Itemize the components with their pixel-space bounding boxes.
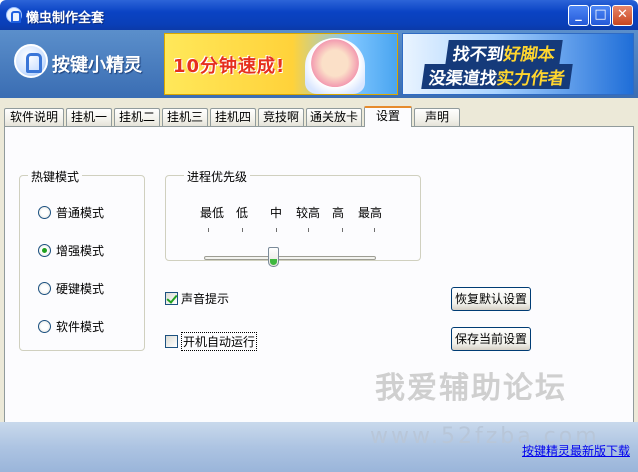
- main-area: 软件说明 挂机一 挂机二 挂机三 挂机四 竞技啊 通关放卡 设置 声明 热键模式…: [0, 98, 638, 430]
- priority-tick: [308, 228, 309, 232]
- ad-author-line2b: 实力作者: [495, 69, 567, 89]
- window-title: 懒虫制作全套: [26, 11, 105, 26]
- priority-label-lowest: 最低: [200, 206, 225, 220]
- priority-tick: [342, 228, 343, 232]
- tab-clear-cards[interactable]: 通关放卡: [306, 108, 362, 126]
- logo-icon: [14, 44, 48, 78]
- save-settings-button[interactable]: 保存当前设置: [451, 327, 531, 351]
- minimize-button[interactable]: _: [568, 5, 589, 26]
- maximize-button[interactable]: □: [590, 5, 611, 26]
- tab-statement[interactable]: 声明: [414, 108, 460, 126]
- ad-author-line1a: 找不到: [451, 45, 506, 65]
- settings-panel: 热键模式 普通模式 增强模式 硬键模式 软件模式 进程优先级 最低 低 中 较高…: [4, 126, 634, 426]
- tab-afk-4[interactable]: 挂机四: [210, 108, 256, 126]
- forum-watermark: 我爱辅助论坛: [375, 371, 567, 406]
- app-icon: [6, 7, 22, 23]
- footer-bar: www.52fzba.com 按键精灵最新版下载: [0, 422, 638, 472]
- logo-text: 按键小精灵: [52, 55, 142, 76]
- autostart-check-box[interactable]: [165, 335, 178, 348]
- close-button[interactable]: ✕: [612, 5, 633, 26]
- tab-afk-3[interactable]: 挂机三: [162, 108, 208, 126]
- radio-enhanced-mode[interactable]: 增强模式: [38, 242, 104, 258]
- ad-author-line1: 找不到好脚本: [445, 40, 563, 65]
- priority-slider-thumb[interactable]: [268, 247, 279, 267]
- radio-hardware-mode[interactable]: 硬键模式: [38, 280, 104, 296]
- priority-label-above-normal: 较高: [296, 206, 321, 220]
- sound-prompt-checkbox[interactable]: 声音提示: [165, 290, 229, 307]
- process-priority-group: 进程优先级 最低 低 中 较高 高 最高: [165, 168, 421, 267]
- ad-tutorial-text: 10分钟速成!: [173, 56, 286, 77]
- priority-tick: [276, 228, 277, 232]
- title-bar[interactable]: 懒虫制作全套 _ □ ✕: [0, 0, 638, 30]
- autostart-label: 开机自动运行: [181, 332, 258, 351]
- radio-software-mode[interactable]: 软件模式: [38, 318, 104, 334]
- priority-label-low: 低: [236, 206, 249, 220]
- ad-author-line2: 没渠道找实力作者: [421, 64, 573, 89]
- priority-tick: [242, 228, 243, 232]
- hotkey-mode-title: 热键模式: [28, 168, 83, 185]
- tab-afk-1[interactable]: 挂机一: [66, 108, 112, 126]
- radio-normal-mode-circle[interactable]: [38, 205, 51, 219]
- hotkey-mode-group: 热键模式 普通模式 增强模式 硬键模式 软件模式: [19, 168, 145, 351]
- tab-settings[interactable]: 设置: [364, 106, 412, 127]
- priority-label-normal: 中: [270, 206, 283, 220]
- radio-hardware-mode-label: 硬键模式: [56, 281, 105, 296]
- priority-label-high: 高: [332, 206, 345, 220]
- radio-hardware-mode-circle[interactable]: [38, 281, 51, 295]
- priority-slider-track[interactable]: [204, 256, 376, 260]
- anime-character-image: [305, 38, 365, 94]
- autostart-checkbox[interactable]: 开机自动运行: [165, 332, 258, 351]
- radio-normal-mode[interactable]: 普通模式: [38, 204, 104, 220]
- ad-author-line1b: 好脚本: [502, 45, 557, 65]
- radio-software-mode-circle[interactable]: [38, 319, 51, 333]
- sound-prompt-check-box[interactable]: [165, 292, 178, 305]
- logo: 按键小精灵: [10, 38, 160, 88]
- radio-enhanced-mode-circle[interactable]: [38, 243, 51, 257]
- priority-tick: [374, 228, 375, 232]
- download-latest-link[interactable]: 按键精灵最新版下载: [522, 442, 630, 459]
- radio-enhanced-mode-label: 增强模式: [56, 243, 105, 258]
- tab-software-info[interactable]: 软件说明: [4, 108, 64, 126]
- sound-prompt-label: 声音提示: [181, 292, 230, 306]
- priority-tick: [208, 228, 209, 232]
- ad-banner-tutorial[interactable]: 10分钟速成!: [164, 33, 398, 95]
- ad-banner-author[interactable]: 找不到好脚本 没渠道找实力作者: [402, 33, 634, 95]
- radio-software-mode-label: 软件模式: [56, 319, 105, 334]
- process-priority-title: 进程优先级: [184, 168, 251, 185]
- ad-author-line2a: 没渠道找: [427, 69, 499, 89]
- tab-arena[interactable]: 竞技啊: [258, 108, 304, 126]
- radio-normal-mode-label: 普通模式: [56, 205, 105, 220]
- restore-defaults-button[interactable]: 恢复默认设置: [451, 287, 531, 311]
- tab-afk-2[interactable]: 挂机二: [114, 108, 160, 126]
- banner: 按键小精灵 10分钟速成! 找不到好脚本 没渠道找实力作者: [0, 30, 638, 98]
- priority-label-highest: 最高: [358, 206, 383, 220]
